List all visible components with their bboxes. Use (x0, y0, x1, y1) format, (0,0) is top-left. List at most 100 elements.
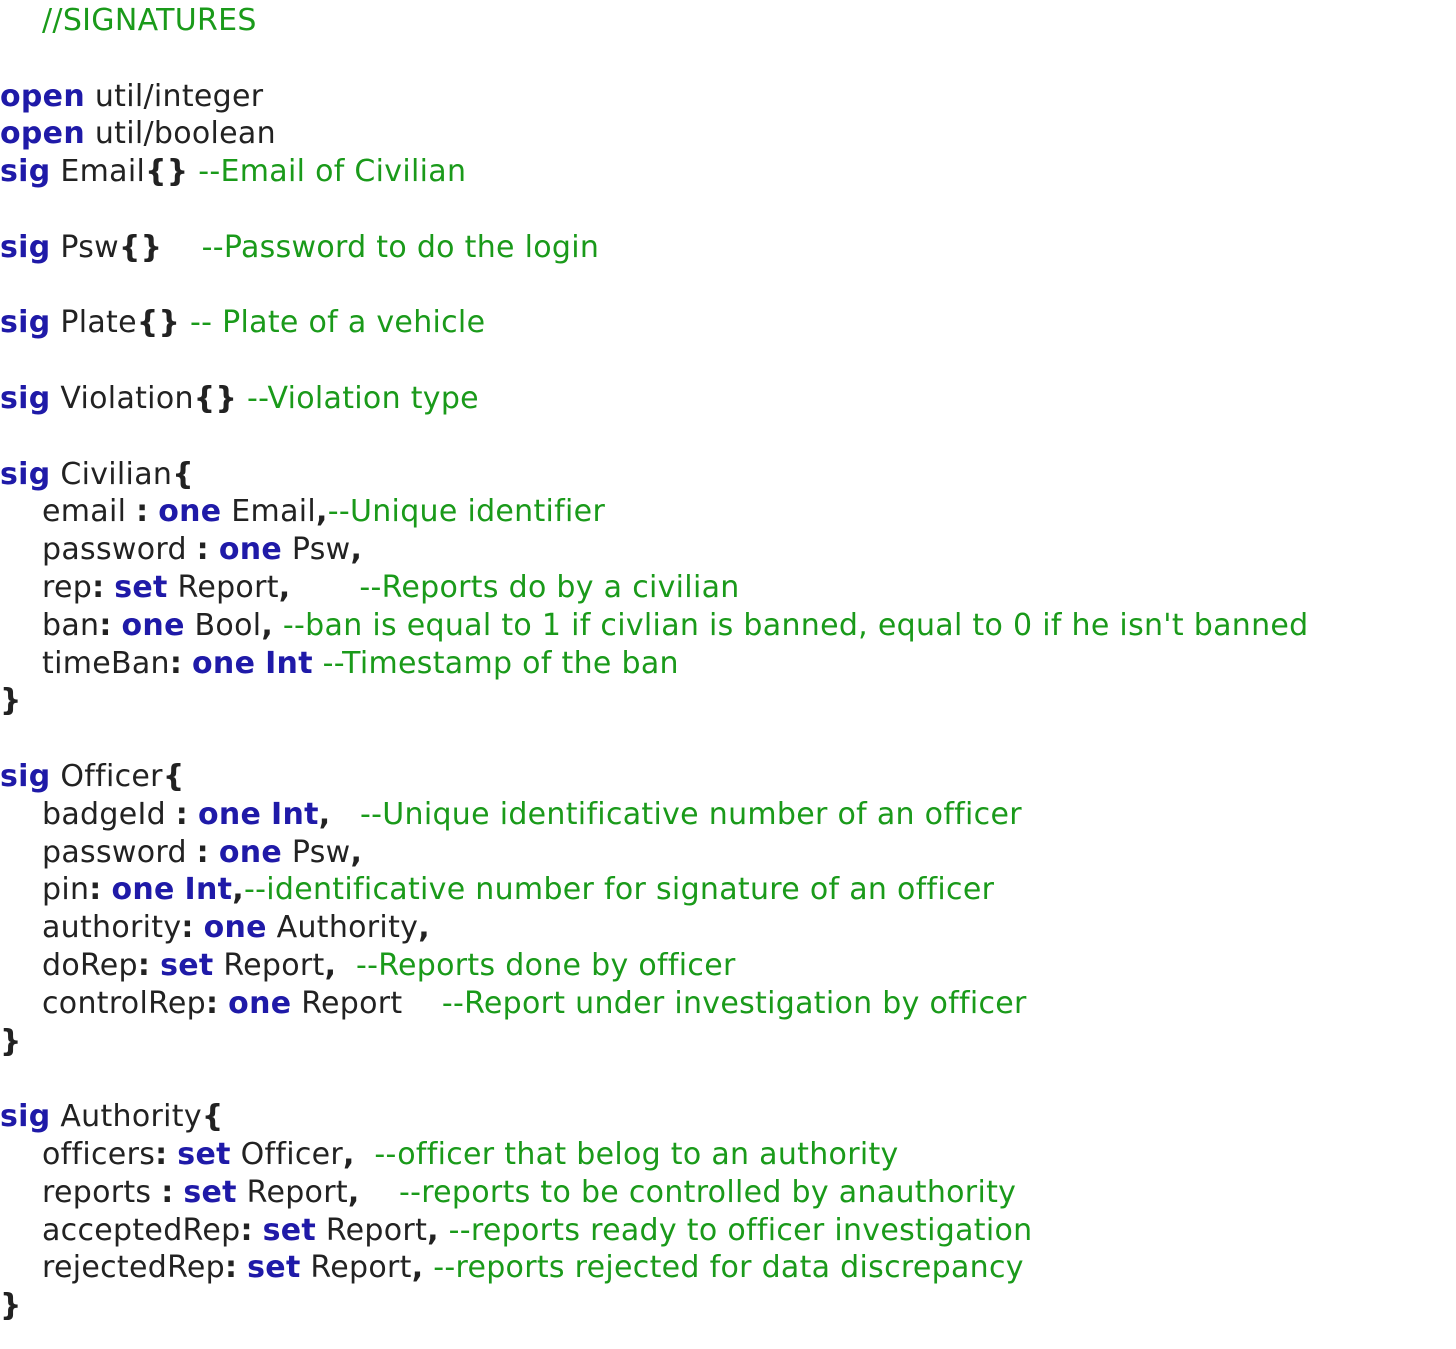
code-line: password : one Psw, (0, 531, 1456, 569)
code-line: controlRep: one Report --Report under in… (0, 985, 1456, 1023)
code-text: authority (42, 910, 182, 946)
code-keyword: sig (0, 229, 51, 265)
code-keyword: set (114, 569, 168, 605)
code-punctuation: , (350, 532, 363, 568)
code-punctuation: } (0, 1288, 22, 1324)
code-keyword: sig (0, 456, 51, 492)
code-punctuation: : (206, 985, 219, 1021)
code-comment: --Timestamp of the ban (312, 645, 679, 681)
code-comment: --Password to do the login (162, 229, 600, 265)
code-line: rejectedRep: set Report, --reports rejec… (0, 1249, 1456, 1287)
code-punctuation: : (92, 569, 105, 605)
code-text: Report (291, 985, 403, 1021)
code-line: badgeId : one Int, --Unique identificati… (0, 796, 1456, 834)
code-line: pin: one Int,--identificative number for… (0, 871, 1456, 909)
code-text: Email (221, 494, 317, 530)
code-punctuation: , (418, 910, 430, 946)
code-keyword: set (160, 947, 214, 983)
code-text: rejectedRep (42, 1250, 225, 1286)
code-text: rep (42, 569, 93, 605)
code-punctuation: , (324, 947, 337, 983)
code-punctuation: : (155, 1136, 168, 1172)
code-punctuation: , (318, 796, 331, 832)
code-keyword: one (121, 607, 185, 643)
code-punctuation: : (137, 947, 151, 983)
code-punctuation: } (0, 683, 22, 719)
code-keyword: set (262, 1212, 317, 1248)
code-line: officers: set Officer, --officer that be… (0, 1136, 1456, 1174)
code-punctuation: , (261, 607, 274, 643)
code-comment: --Unique identifier (327, 494, 606, 530)
code-line: sig Civilian{ (0, 456, 1456, 494)
code-text: util/boolean (85, 116, 276, 152)
code-punctuation: , (232, 872, 244, 908)
code-text: password (42, 532, 197, 568)
code-keyword: one (158, 494, 222, 530)
code-punctuation: } (0, 1023, 22, 1059)
code-text: Report (213, 947, 325, 983)
code-comment: --officer that belog to an authority (354, 1136, 899, 1172)
code-punctuation: {} (118, 229, 163, 265)
code-line: sig Plate{} -- Plate of a vehicle (0, 304, 1456, 342)
code-line: open util/integer (0, 78, 1456, 116)
code-punctuation: , (411, 1250, 424, 1286)
code-keyword: sig (0, 380, 51, 416)
code-text: util/integer (85, 78, 264, 114)
code-punctuation: : (169, 645, 183, 681)
code-text: Report (300, 1250, 412, 1286)
code-text: Email (50, 154, 146, 190)
code-keyword: open (0, 78, 85, 114)
code-text: pin (42, 872, 90, 908)
code-punctuation: : (136, 494, 149, 530)
code-text: Authority (50, 1099, 202, 1135)
code-text: Violation (50, 380, 194, 416)
code-keyword: sig (0, 154, 51, 190)
code-line: sig Violation{} --Violation type (0, 380, 1456, 418)
code-punctuation: { (201, 1099, 224, 1135)
code-punctuation: , (427, 1212, 439, 1248)
code-punctuation: : (89, 872, 102, 908)
code-punctuation: , (347, 1174, 360, 1210)
code-comment: --identificative number for signature of… (243, 872, 995, 908)
code-keyword: set (183, 1174, 237, 1210)
code-comment: --Email of Civilian (188, 154, 467, 190)
code-comment: --reports rejected for data discrepancy (423, 1250, 1024, 1286)
code-comment: //SIGNATURES (42, 3, 257, 38)
code-keyword: Int (184, 872, 233, 908)
code-punctuation: : (224, 1250, 238, 1286)
code-keyword: one (203, 910, 267, 946)
code-punctuation: {} (193, 380, 238, 416)
code-line: sig Officer{ (0, 758, 1456, 796)
code-keyword: set (247, 1250, 301, 1286)
code-line: timeBan: one Int --Timestamp of the ban (0, 645, 1456, 683)
code-line: password : one Psw, (0, 834, 1456, 872)
code-line: acceptedRep: set Report, --reports ready… (0, 1212, 1456, 1250)
code-text: doRep (42, 947, 138, 983)
code-comment: --Report under investigation by officer (402, 985, 1027, 1021)
code-text: Officer (50, 758, 163, 794)
code-keyword: one (192, 645, 256, 681)
code-text: Plate (50, 305, 137, 341)
code-punctuation: { (162, 758, 185, 794)
code-line: //SIGNATURES (0, 2, 1456, 40)
code-punctuation: : (240, 1212, 253, 1248)
code-text: officers (42, 1136, 156, 1172)
code-text: Psw (50, 229, 119, 265)
code-comment: --reports ready to officer investigation (438, 1212, 1033, 1248)
code-text: badgeId (42, 796, 176, 832)
code-text: email (42, 494, 137, 530)
code-comment: --ban is equal to 1 if civlian is banned… (273, 607, 1309, 643)
